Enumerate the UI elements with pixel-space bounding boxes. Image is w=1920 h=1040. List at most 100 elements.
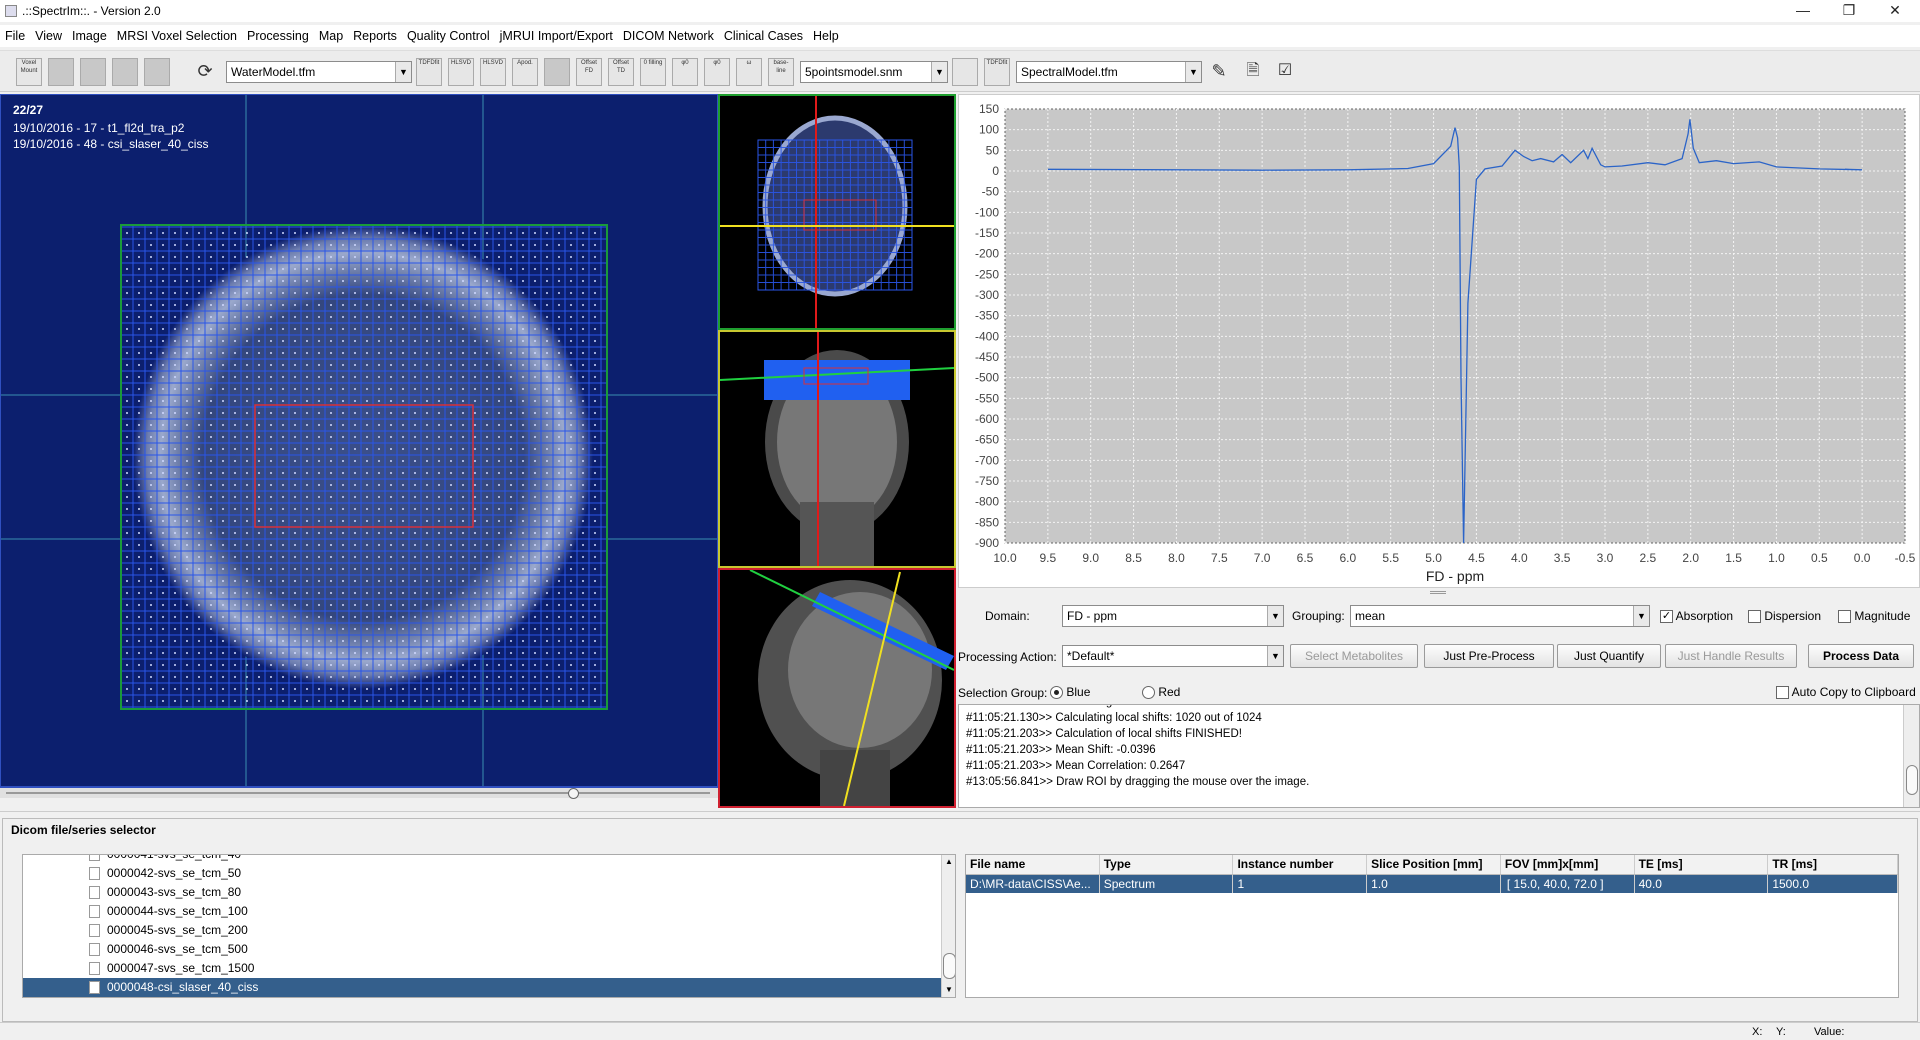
axial-thumbnail[interactable] (718, 94, 956, 330)
tdfdfit-quant-button[interactable]: TDFDfit (984, 58, 1010, 86)
tree-scrollbar[interactable]: ▲ ▼ (941, 855, 955, 997)
scroll-up-icon[interactable]: ▲ (945, 857, 953, 866)
series-tree[interactable]: 0000041-svs_se_tcm_40 0000042-svs_se_tcm… (22, 854, 956, 998)
column-header[interactable]: TE [ms] (1635, 855, 1769, 874)
menu-mrsi-voxel-selection[interactable]: MRSI Voxel Selection (112, 25, 242, 43)
menu-map[interactable]: Map (314, 25, 348, 43)
offset-fd-button[interactable]: Offset FD (576, 58, 602, 86)
just-handle-results-button[interactable]: Just Handle Results (1665, 644, 1797, 668)
x-tick-label: 10.0 (993, 551, 1017, 565)
phase1-button[interactable]: φ0 (704, 58, 730, 86)
red-radio[interactable]: Red (1142, 685, 1180, 700)
document-settings-icon[interactable]: 🗎 (1240, 58, 1266, 86)
voxel-mount-button[interactable]: Voxel Mount (16, 58, 42, 86)
tree-item[interactable]: 0000047-svs_se_tcm_1500 (23, 959, 955, 978)
tree-item[interactable]: 0000043-svs_se_tcm_80 (23, 883, 955, 902)
menu-file[interactable]: File (0, 25, 30, 43)
log-line: #11:05:21.203>> Mean Correlation: 0.2647 (966, 760, 1186, 772)
spectral-model-select[interactable]: SpectralModel.tfm ▼ (1016, 61, 1202, 83)
splitter-handle[interactable] (1430, 591, 1446, 594)
hlsvd-button[interactable]: HLSVD (448, 58, 474, 86)
csi-voxel-grid[interactable] (120, 224, 608, 710)
tree-item[interactable]: 0000044-svs_se_tcm_100 (23, 902, 955, 921)
just-preprocess-button[interactable]: Just Pre-Process (1424, 644, 1554, 668)
baseline-fit-button[interactable] (952, 58, 978, 86)
status-x: X: (1752, 1026, 1763, 1038)
disabled-tool-button[interactable] (144, 58, 170, 86)
tdfdfit-button[interactable]: TDFDfit (416, 58, 442, 86)
column-header[interactable]: FOV [mm]x[mm] (1501, 855, 1635, 874)
menu-dicom-network[interactable]: DICOM Network (618, 25, 719, 43)
just-quantify-button[interactable]: Just Quantify (1557, 644, 1661, 668)
horizontal-splitter[interactable] (0, 811, 1920, 815)
sagittal-thumbnail[interactable] (718, 568, 956, 808)
apodization-button[interactable]: Apod. (512, 58, 538, 86)
spectrum-plot[interactable]: 10.0 9.5 9.0 8.5 8.0 7.5 7.0 6.5 6.0 5.5 5.0 4.5 4.0… (958, 94, 1920, 588)
tree-item[interactable]: 0000042-svs_se_tcm_50 (23, 864, 955, 883)
domain-select[interactable]: FD - ppm ▼ (1062, 605, 1284, 627)
spectrum-chart[interactable]: 10.0 9.5 9.0 8.5 8.0 7.5 7.0 6.5 6.0 5.5 5.0 4.5 4.0… (959, 95, 1919, 587)
mri-viewer[interactable]: 22/27 19/10/2016 - 17 - t1_fl2d_tra_p2 1… (0, 94, 718, 788)
coronal-thumbnail[interactable] (718, 330, 956, 568)
frequency-button[interactable]: ω (736, 58, 762, 86)
close-icon[interactable]: ✕ (1872, 0, 1918, 22)
menu-quality-control[interactable]: Quality Control (402, 25, 495, 43)
menu-processing[interactable]: Processing (242, 25, 314, 43)
column-header[interactable]: TR [ms] (1768, 855, 1898, 874)
disabled-tool-button[interactable] (544, 58, 570, 86)
table-cell: 40.0 (1635, 875, 1769, 893)
zero-filling-button[interactable]: 0 filling (640, 58, 666, 86)
log-scrollbar[interactable] (1903, 705, 1919, 807)
status-value: Value: (1814, 1026, 1845, 1038)
absorption-checkbox[interactable]: ✓ Absorption (1660, 609, 1733, 624)
menu-view[interactable]: View (30, 25, 67, 43)
dicom-panel-title: Dicom file/series selector (11, 823, 156, 837)
checklist-icon[interactable]: ☑ (1272, 58, 1298, 86)
disabled-tool-button[interactable] (48, 58, 74, 86)
hlsvd-alt-button[interactable]: HLSVD (480, 58, 506, 86)
grouping-select[interactable]: mean ▼ (1350, 605, 1650, 627)
select-metabolites-button[interactable]: Select Metabolites (1290, 644, 1418, 668)
file-table[interactable]: File name Type Instance number Slice Pos… (965, 854, 1899, 998)
blue-radio[interactable]: Blue (1050, 685, 1090, 700)
tree-item[interactable]: 0000041-svs_se_tcm_40 (23, 855, 955, 864)
phase0-button[interactable]: φ0 (672, 58, 698, 86)
menu-help[interactable]: Help (808, 25, 844, 43)
menu-jmrui[interactable]: jMRUI Import/Export (495, 25, 618, 43)
baseline-button[interactable]: base-line (768, 58, 794, 86)
table-row[interactable]: D:\MR-data\CISS\Ae... Spectrum 1 1.0 [ 1… (966, 875, 1898, 893)
minimize-icon[interactable]: — (1780, 0, 1826, 22)
y-tick-label: -850 (975, 515, 999, 529)
menu-clinical-cases[interactable]: Clinical Cases (719, 25, 808, 43)
refresh-icon[interactable]: ⟳ (192, 58, 218, 86)
column-header[interactable]: Instance number (1233, 855, 1368, 874)
log-panel[interactable]: #11:05:19.297>> Calculating local shifts… (958, 704, 1920, 808)
auto-copy-checkbox[interactable]: Auto Copy to Clipboard (1776, 685, 1916, 700)
water-model-select[interactable]: WaterModel.tfm ▼ (226, 61, 412, 83)
column-header[interactable]: File name (966, 855, 1100, 874)
tree-item-selected[interactable]: 0000048-csi_slaser_40_ciss (23, 978, 955, 997)
edit-icon[interactable]: ✎ (1206, 58, 1232, 86)
peaks-model-select[interactable]: 5pointsmodel.snm ▼ (800, 61, 948, 83)
restore-icon[interactable]: ❐ (1826, 0, 1872, 22)
processing-action-select[interactable]: *Default* ▼ (1062, 645, 1284, 667)
slice-slider[interactable] (0, 788, 718, 799)
y-tick-label: 50 (986, 143, 1000, 157)
column-header[interactable]: Slice Position [mm] (1367, 855, 1501, 874)
tree-item[interactable]: 0000046-svs_se_tcm_500 (23, 940, 955, 959)
x-tick-label: 7.5 (1211, 551, 1228, 565)
column-header[interactable]: Type (1100, 855, 1234, 874)
offset-td-button[interactable]: Offset TD (608, 58, 634, 86)
menu-reports[interactable]: Reports (348, 25, 402, 43)
disabled-tool-button[interactable] (80, 58, 106, 86)
magnitude-checkbox[interactable]: Magnitude (1838, 609, 1910, 624)
log-line: #11:05:21.203>> Mean Shift: -0.0396 (966, 744, 1156, 756)
disabled-tool-button[interactable] (112, 58, 138, 86)
slice-slider-thumb[interactable] (568, 788, 579, 799)
mri-viewer-canvas[interactable] (1, 95, 718, 788)
scroll-down-icon[interactable]: ▼ (945, 985, 953, 994)
menu-image[interactable]: Image (67, 25, 112, 43)
process-data-button[interactable]: Process Data (1808, 644, 1914, 668)
tree-item[interactable]: 0000045-svs_se_tcm_200 (23, 921, 955, 940)
dispersion-checkbox[interactable]: Dispersion (1748, 609, 1821, 624)
